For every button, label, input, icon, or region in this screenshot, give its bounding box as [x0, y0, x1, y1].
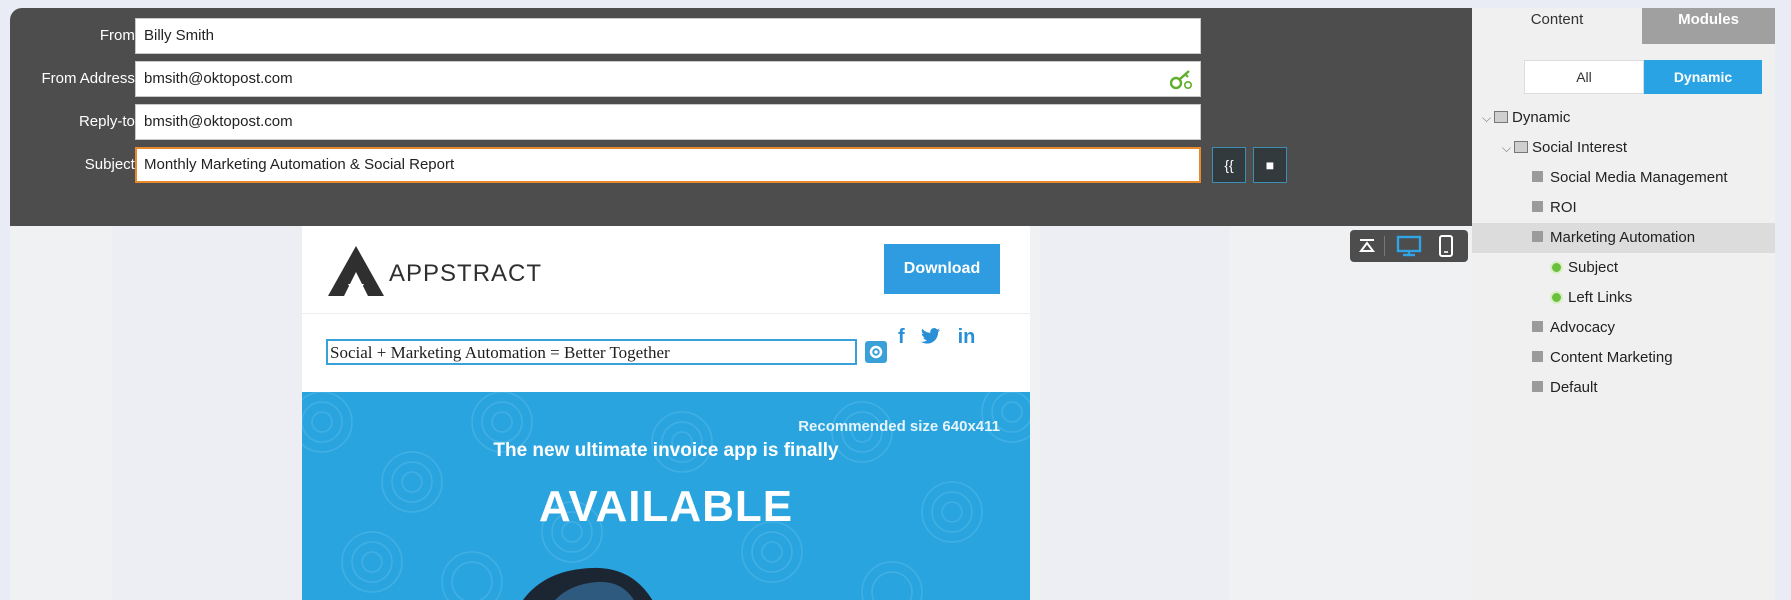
- square-icon: [1532, 351, 1543, 362]
- dynamic-badge-icon: [1550, 261, 1563, 274]
- tree-item-label: Left Links: [1568, 289, 1633, 306]
- facebook-icon[interactable]: f: [898, 326, 905, 349]
- subject-input[interactable]: Monthly Marketing Automation & Social Re…: [135, 147, 1201, 183]
- social-links: f in: [898, 326, 1018, 356]
- filter-dynamic-button[interactable]: Dynamic: [1644, 60, 1762, 94]
- tree-item-label: Social Media Management: [1550, 169, 1728, 186]
- headline-text[interactable]: Social + Marketing Automation = Better T…: [326, 339, 857, 365]
- square-icon: [1532, 231, 1543, 242]
- hero-subtitle: The new ultimate invoice app is finally: [493, 440, 839, 461]
- tree-item-left-links[interactable]: Left Links: [1550, 283, 1632, 313]
- folder-icon: [1514, 141, 1528, 153]
- tree-item-social-media-management[interactable]: Social Media Management: [1532, 163, 1728, 193]
- dynamic-badge-icon: [1550, 291, 1563, 304]
- toolbar-divider: [1384, 236, 1385, 256]
- email-preview: APPSTRACT Download f in Social + Marketi…: [302, 226, 1030, 600]
- stop-button[interactable]: ■: [1253, 147, 1287, 183]
- tree-item-content-marketing[interactable]: Content Marketing: [1532, 343, 1673, 373]
- from-address-row: From Address: bmsith@oktopost.com: [10, 61, 1472, 97]
- chevron-down-icon[interactable]: ⌵: [1502, 133, 1514, 163]
- folder-icon: [1494, 111, 1508, 123]
- from-row: From: Billy Smith: [10, 18, 1472, 54]
- tree-item-label: ROI: [1550, 199, 1577, 216]
- square-icon: [1532, 321, 1543, 332]
- tree-item-label: Content Marketing: [1550, 349, 1673, 366]
- tree-item-social-interest[interactable]: ⌵ Social Interest: [1502, 133, 1627, 163]
- tab-modules[interactable]: Modules: [1642, 8, 1775, 44]
- gear-icon[interactable]: [865, 341, 887, 363]
- screen-background: From: Billy Smith From Address: bmsith@o…: [0, 0, 1791, 600]
- hero-banner: Recommended size 640x411 The new ultimat…: [302, 392, 1030, 600]
- twitter-icon[interactable]: [921, 327, 941, 345]
- chevron-down-icon[interactable]: ⌵: [1482, 103, 1494, 133]
- appstract-logo-icon: [328, 246, 384, 298]
- key-settings-icon[interactable]: [1170, 69, 1194, 91]
- reply-to-label: Reply-to:: [78, 113, 139, 130]
- from-address-input[interactable]: bmsith@oktopost.com: [135, 61, 1201, 97]
- preview-margin-left: [112, 226, 302, 600]
- collapse-header-icon[interactable]: [1358, 237, 1376, 255]
- from-address-label: From Address:: [41, 70, 139, 87]
- subject-label: Subject:: [84, 156, 139, 173]
- tree-item-label: Social Interest: [1532, 139, 1628, 156]
- recommended-size-note: Recommended size 640x411: [798, 418, 1000, 435]
- desktop-view-icon[interactable]: [1396, 235, 1422, 257]
- tab-content[interactable]: Content: [1472, 8, 1642, 44]
- tree-item-advocacy[interactable]: Advocacy: [1532, 313, 1615, 343]
- download-button[interactable]: Download: [884, 244, 1000, 294]
- email-editor: From: Billy Smith From Address: bmsith@o…: [10, 8, 1775, 600]
- email-settings-header: From: Billy Smith From Address: bmsith@o…: [10, 8, 1472, 226]
- tree-item-label: Advocacy: [1550, 319, 1616, 336]
- tree-item-label: Default: [1550, 379, 1598, 396]
- header-divider: [302, 313, 1030, 314]
- tree-item-default[interactable]: Default: [1532, 373, 1598, 403]
- square-icon: [1532, 171, 1543, 182]
- filter-all-button[interactable]: All: [1524, 60, 1644, 94]
- subject-row: Subject: Monthly Marketing Automation & …: [10, 147, 1472, 183]
- tree-item-marketing-automation[interactable]: Marketing Automation: [1472, 223, 1775, 253]
- square-icon: [1532, 201, 1543, 212]
- device-toggle-bar: [1350, 230, 1468, 262]
- from-label: From:: [99, 27, 139, 44]
- brand-logo: APPSTRACT: [326, 244, 541, 300]
- tree-item-label: Dynamic: [1512, 109, 1571, 126]
- mobile-view-icon[interactable]: [1438, 234, 1454, 258]
- hero-title: AVAILABLE: [538, 482, 794, 531]
- content-panel: Content Modules All Dynamic ⌵ Dynamic ⌵ So…: [1472, 8, 1775, 600]
- brand-name: APPSTRACT: [389, 260, 543, 287]
- preview-margin-right: [1040, 226, 1230, 600]
- tree-item-subject[interactable]: Subject: [1550, 253, 1618, 283]
- tree-item-label: Marketing Automation: [1550, 229, 1696, 246]
- phone-illustration-icon: [523, 567, 653, 600]
- tree-item-roi[interactable]: ROI: [1532, 193, 1577, 223]
- linkedin-icon[interactable]: in: [958, 326, 976, 349]
- reply-to-input[interactable]: bmsith@oktopost.com: [135, 104, 1201, 140]
- from-input[interactable]: Billy Smith: [135, 18, 1201, 54]
- reply-to-row: Reply-to: bmsith@oktopost.com: [10, 104, 1472, 140]
- tree-item-label: Subject: [1568, 259, 1619, 276]
- tree-item-dynamic[interactable]: ⌵ Dynamic: [1482, 103, 1570, 133]
- insert-token-button[interactable]: {{: [1212, 147, 1246, 183]
- square-icon: [1532, 381, 1543, 392]
